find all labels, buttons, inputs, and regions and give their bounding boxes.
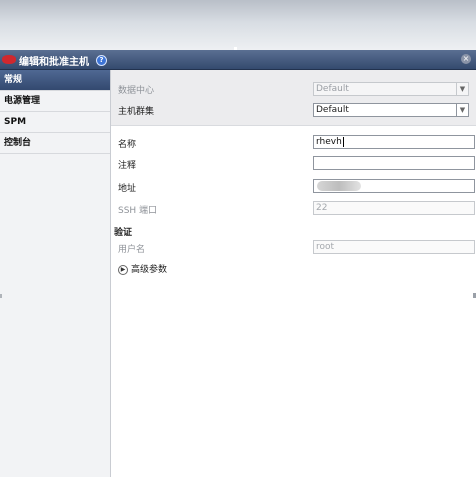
sidebar-item-power-management[interactable]: 电源管理 [0,91,110,112]
comment-label: 注释 [118,161,137,171]
help-icon[interactable]: ? [96,55,107,66]
ssh-port-input: 22 [313,201,475,215]
redacted-address [317,181,361,191]
username-input: root [313,240,475,254]
advanced-params-toggle[interactable]: ▶ 高级参数 [118,262,167,275]
username-value: root [316,242,335,252]
cluster-section: 数据中心 Default ▼ 主机群集 Default ▼ [111,70,476,126]
auth-section-title: 验证 [114,228,133,238]
cluster-label: 主机群集 [118,107,155,117]
text-caret [342,136,344,147]
expand-arrow-icon[interactable]: ▶ [118,264,128,275]
name-input[interactable]: rhevh [313,135,475,149]
username-label: 用户名 [118,245,146,255]
name-value: rhevh [316,137,342,147]
sidebar-item-general[interactable]: 常规 [0,70,110,91]
sidebar-item-spm[interactable]: SPM [0,112,110,133]
dialog-titlebar: 编辑和批准主机 ? × [0,50,476,70]
name-label: 名称 [118,140,137,150]
address-input[interactable] [313,179,475,193]
dialog-title: 编辑和批准主机 [19,57,89,68]
general-panel: 数据中心 Default ▼ 主机群集 Default ▼ 名称 rhevh 注… [111,70,476,477]
left-edge-marker [0,294,2,298]
datacenter-label: 数据中心 [118,86,155,96]
close-icon[interactable]: × [461,54,471,64]
ssh-port-label: SSH 端口 [118,206,158,216]
desktop-backdrop [0,0,476,50]
comment-input[interactable] [313,156,475,170]
cluster-value: Default [316,105,349,115]
address-label: 地址 [118,184,137,194]
ssh-port-value: 22 [316,203,328,213]
chevron-down-icon[interactable]: ▼ [456,104,468,116]
cluster-select[interactable]: Default ▼ [313,103,469,117]
redhat-logo-icon [2,55,16,64]
sidebar: 常规 电源管理 SPM 控制台 [0,70,111,477]
datacenter-select: Default ▼ [313,82,469,96]
datacenter-value: Default [316,84,349,94]
sidebar-item-console[interactable]: 控制台 [0,133,110,154]
chevron-down-icon: ▼ [456,83,468,95]
advanced-params-label: 高级参数 [131,265,168,275]
